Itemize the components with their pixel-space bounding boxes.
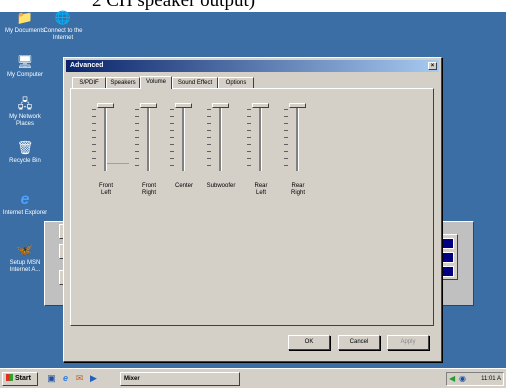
desktop-icon-recycle-bin[interactable]: 🗑 Recycle Bin	[0, 140, 50, 165]
system-tray: ◀ ◉ 11:01 A	[446, 372, 504, 386]
recycle-bin-icon: 🗑	[16, 140, 34, 155]
slider-track	[296, 107, 299, 171]
side-control-button[interactable]	[440, 252, 454, 263]
media-player-quicklaunch-icon[interactable]: ▶	[88, 373, 99, 384]
desktop-icon-msn[interactable]: 🦋 Setup MSN Internet A...	[0, 242, 50, 274]
slider-rear-right[interactable]: Rear Right	[281, 99, 315, 199]
tab-volume[interactable]: Volume	[140, 76, 172, 89]
cancel-button[interactable]: Cancel	[338, 335, 380, 350]
slider-ticks	[207, 109, 211, 169]
desktop-icon-label: Recycle Bin	[9, 158, 41, 164]
folder-icon: 📁	[16, 10, 34, 25]
slider-thumb[interactable]	[175, 103, 192, 108]
volume-panel: Front Left Front Right Center Subwoofer	[70, 88, 434, 326]
start-label: Start	[15, 375, 31, 382]
slider-track	[182, 107, 185, 171]
network-icon: 🖧	[17, 96, 33, 111]
desktop: 📁 My Documents 🌐 Connect to the Internet…	[0, 10, 506, 368]
divider	[107, 163, 129, 164]
ok-button[interactable]: OK	[288, 335, 330, 350]
dialog-title: Advanced	[70, 62, 104, 69]
slider-thumb[interactable]	[97, 103, 114, 108]
internet-explorer-icon: e	[20, 191, 30, 208]
apply-button[interactable]: Apply	[387, 335, 429, 350]
dialog-titlebar[interactable]: Advanced ×	[66, 60, 439, 72]
slider-center[interactable]: Center	[167, 99, 201, 199]
slider-track	[259, 107, 262, 171]
slider-thumb[interactable]	[140, 103, 157, 108]
clock: 11:01 A	[481, 376, 501, 382]
network-tray-icon[interactable]: ◉	[459, 374, 468, 384]
close-icon[interactable]: ×	[428, 62, 437, 70]
slider-front-left[interactable]: Front Left	[89, 99, 123, 199]
slider-label: Rear Right	[290, 183, 305, 196]
advanced-dialog: Advanced × S/PDIF Speakers Volume Sound …	[63, 57, 442, 362]
ie-quicklaunch-icon[interactable]: e	[60, 373, 71, 384]
start-button[interactable]: Start	[2, 372, 38, 386]
show-desktop-icon[interactable]: ▣	[46, 373, 57, 384]
slider-track	[219, 107, 222, 171]
slider-track	[147, 107, 150, 171]
slider-ticks	[135, 109, 139, 169]
slider-rear-left[interactable]: Rear Left	[244, 99, 278, 199]
taskbar-item-mixer[interactable]: Mixer	[120, 372, 240, 386]
taskbar: Start ▣ e ✉ ▶ Mixer ◀ ◉ 11:01 A	[0, 368, 506, 388]
desktop-icon-internet-explorer[interactable]: e Internet Explorer	[0, 192, 50, 217]
computer-icon: 🖥	[16, 54, 34, 69]
slider-track	[104, 107, 107, 171]
slider-thumb[interactable]	[289, 103, 306, 108]
desktop-icon-my-computer[interactable]: 🖥 My Computer	[0, 54, 50, 79]
tab-spdif[interactable]: S/PDIF	[72, 77, 106, 88]
desktop-icon-connect[interactable]: 🌐 Connect to the Internet	[38, 10, 88, 42]
slider-ticks	[284, 109, 288, 169]
desktop-icon-label: My Computer	[6, 72, 43, 78]
slider-ticks	[170, 109, 174, 169]
desktop-icon-network[interactable]: 🖧 My Network Places	[0, 96, 50, 128]
side-control-button[interactable]	[440, 238, 454, 249]
desktop-icon-label: Internet Explorer	[2, 210, 48, 216]
slider-thumb[interactable]	[252, 103, 269, 108]
tab-options[interactable]: Options	[218, 77, 254, 88]
desktop-icon-label: My Network Places	[9, 114, 41, 127]
side-control-button[interactable]	[440, 266, 454, 277]
tab-speakers[interactable]: Speakers	[106, 77, 140, 88]
slider-ticks	[247, 109, 251, 169]
tab-sound-effect[interactable]: Sound Effect	[172, 77, 218, 88]
speaker-tray-icon[interactable]: ◀	[449, 374, 458, 384]
desktop-icon-label: Connect to the Internet	[43, 28, 83, 41]
connect-icon: 🌐	[54, 10, 72, 25]
msn-icon: 🦋	[16, 242, 34, 257]
caption-text: 2 CH speaker output)	[92, 0, 256, 11]
slider-ticks	[92, 109, 96, 169]
windows-logo-icon	[6, 374, 13, 381]
slider-thumb[interactable]	[212, 103, 229, 108]
slider-label: Front Left	[98, 183, 113, 196]
desktop-icon-label: Setup MSN Internet A...	[9, 260, 41, 273]
outlook-quicklaunch-icon[interactable]: ✉	[74, 373, 85, 384]
slider-subwoofer[interactable]: Subwoofer	[204, 99, 238, 199]
